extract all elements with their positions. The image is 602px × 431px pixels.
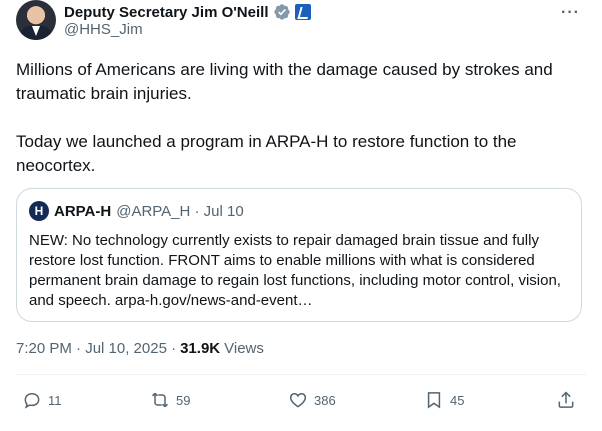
post-paragraph-2: Today we launched a program in ARPA-H to… [16,132,517,175]
author-handle[interactable]: @HHS_Jim [64,21,143,38]
bookmark-icon [427,392,441,409]
share-button[interactable] [556,390,576,410]
post-paragraph-1: Millions of Americans are living with th… [16,60,553,103]
avatar[interactable] [16,0,56,40]
author-row: Deputy Secretary Jim O'Neill [64,2,311,22]
post-timestamp[interactable]: 7:20 PM · Jul 10, 2025 · [16,340,176,357]
repost-button[interactable]: 59 [150,390,190,410]
quoted-avatar[interactable]: H [29,201,49,221]
author-name[interactable]: Deputy Secretary Jim O'Neill [64,4,269,21]
verified-badge-icon [273,4,290,20]
action-bar: 11 59 386 45 [16,390,586,414]
reply-count: 11 [48,392,62,408]
views-count: 31.9K [180,340,221,357]
quoted-post-text: NEW: No technology currently exists to r… [29,232,561,309]
repost-count: 59 [176,392,191,408]
bookmark-button[interactable]: 45 [424,390,464,410]
tweet: Deputy Secretary Jim O'Neill @HHS_Jim ··… [0,0,602,431]
like-count: 386 [314,392,336,408]
divider [16,374,586,375]
quoted-author-meta: @ARPA_H · Jul 10 [116,202,244,220]
bookmark-count: 45 [450,392,465,408]
post-meta: 7:20 PM · Jul 10, 2025 · 31.9K Views [16,340,264,357]
post-text: Millions of Americans are living with th… [16,58,586,178]
views-label: Views [224,340,264,357]
reply-icon [24,392,40,409]
like-button[interactable]: 386 [288,390,336,410]
heart-icon [289,392,307,408]
quoted-post-header: H ARPA-H @ARPA_H · Jul 10 [29,201,244,221]
quoted-author-name: ARPA-H [54,202,112,220]
share-icon [558,391,574,408]
government-badge-icon [294,4,311,20]
repost-icon [151,392,169,408]
quoted-post[interactable]: H ARPA-H @ARPA_H · Jul 10 NEW: No techno… [16,188,582,322]
reply-button[interactable]: 11 [22,390,62,410]
more-icon[interactable]: ··· [561,4,580,22]
